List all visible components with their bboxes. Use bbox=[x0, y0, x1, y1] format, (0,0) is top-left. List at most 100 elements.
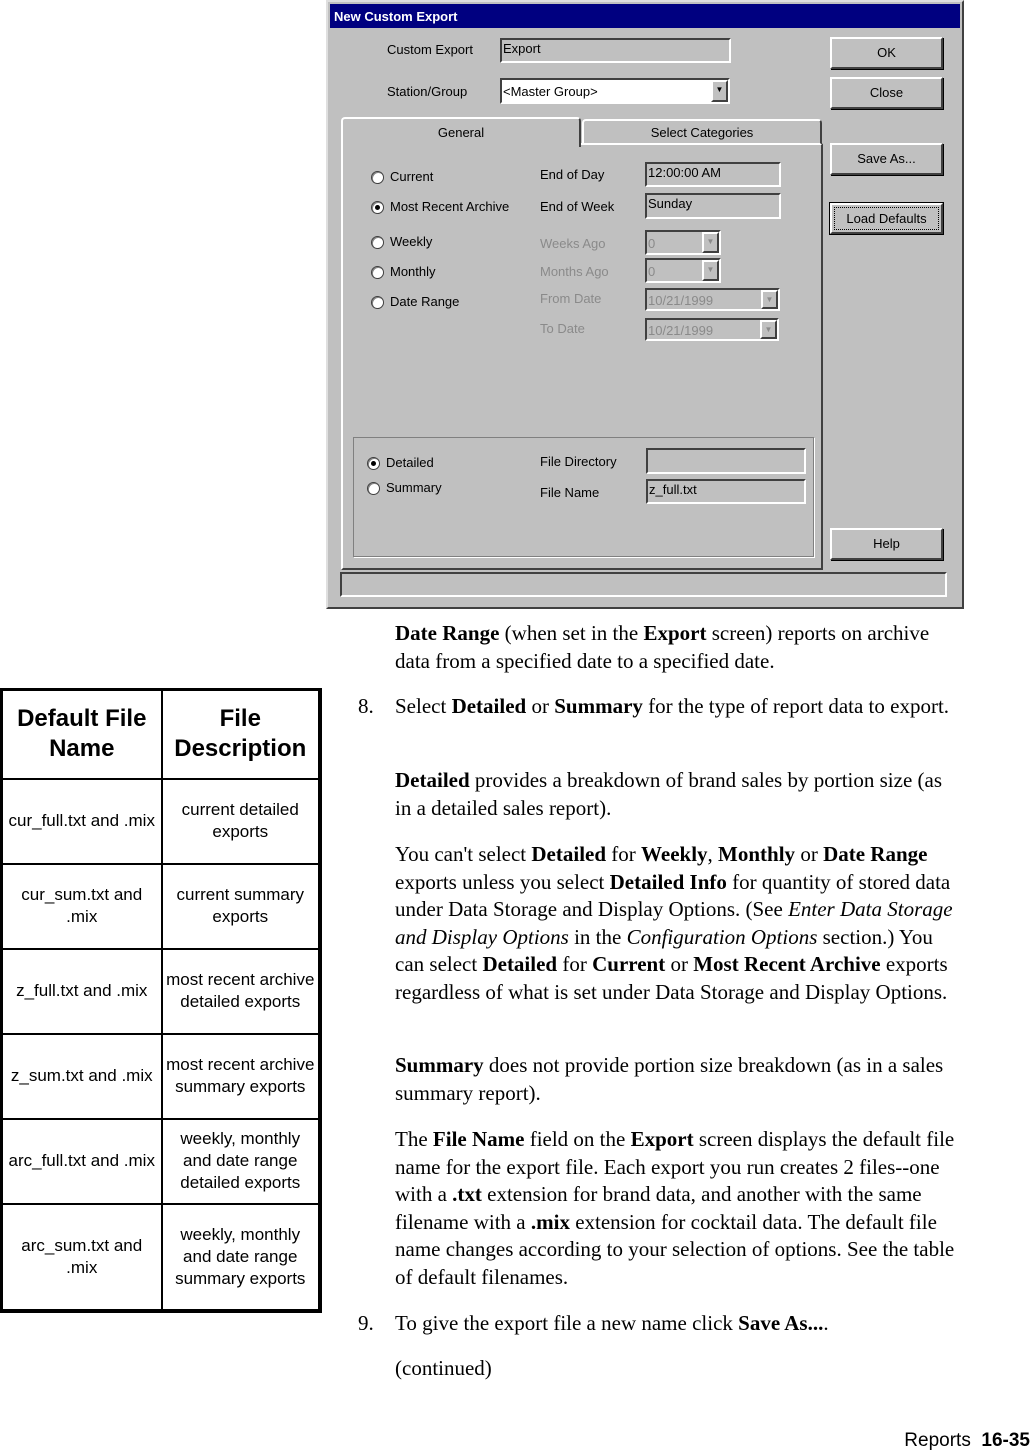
tab-general[interactable]: General bbox=[341, 117, 581, 147]
tab-select-categories[interactable]: Select Categories bbox=[582, 119, 822, 145]
date-range-paragraph: Date Range (when set in the Export scree… bbox=[395, 620, 955, 675]
load-defaults-button[interactable]: Load Defaults bbox=[830, 203, 943, 234]
help-button[interactable]: Help bbox=[830, 528, 943, 560]
file-directory-label: File Directory bbox=[540, 454, 617, 469]
header-default-file-name: Default File Name bbox=[0, 688, 163, 780]
continued-note: (continued) bbox=[395, 1355, 955, 1383]
text-run: (when set in the bbox=[499, 621, 644, 645]
text-run: .txt bbox=[452, 1182, 482, 1207]
new-custom-export-dialog: New Custom Export Custom Export Export S… bbox=[326, 0, 964, 609]
period-most-recent-archive-radio[interactable] bbox=[371, 201, 384, 214]
summary-paragraph: Summary does not provide portion size br… bbox=[395, 1052, 955, 1107]
ok-button[interactable]: OK bbox=[830, 37, 943, 69]
default-filenames-table: Default File Name File Description cur_fu… bbox=[0, 688, 322, 1313]
table-row: arc_sum.txt and .mix weekly, monthly and … bbox=[0, 1202, 321, 1312]
type-detailed-radio[interactable] bbox=[367, 457, 380, 470]
file-description-cell: current summary exports bbox=[160, 862, 321, 950]
file-name-label: File Name bbox=[540, 485, 600, 500]
text-run: You can't select bbox=[395, 842, 532, 866]
file-name-cell: arc_sum.txt and .mix bbox=[0, 1202, 163, 1312]
text-run: Detailed bbox=[451, 694, 527, 718]
dropdown-arrow-icon[interactable]: ▼ bbox=[702, 260, 719, 281]
to-date-label: To Date bbox=[540, 321, 585, 336]
type-summary-label: Summary bbox=[386, 480, 442, 495]
text-run: Summary bbox=[554, 694, 643, 718]
dialog-title-bar: New Custom Export bbox=[330, 4, 960, 28]
dropdown-arrow-icon[interactable]: ▼ bbox=[760, 320, 777, 339]
months-ago-select[interactable]: 0 ▼ bbox=[645, 258, 721, 283]
step-number: 8. bbox=[358, 694, 374, 718]
table-row: cur_sum.txt and .mix current summary expo… bbox=[0, 862, 321, 950]
text-run: or bbox=[665, 952, 694, 977]
weeks-ago-label: Weeks Ago bbox=[540, 236, 606, 251]
text-run: in the bbox=[568, 924, 627, 949]
step-9: To give the export file a new name click… bbox=[395, 1310, 955, 1338]
text-run: field on the bbox=[524, 1127, 631, 1151]
period-current-label: Current bbox=[390, 169, 434, 184]
file-description-cell: weekly, monthly and date range detailed … bbox=[160, 1117, 321, 1205]
text-run: Date Range bbox=[395, 621, 500, 645]
period-monthly-label: Monthly bbox=[390, 264, 436, 279]
status-bar bbox=[340, 572, 947, 597]
period-weekly-label: Weekly bbox=[390, 234, 433, 249]
end-of-day-label: End of Day bbox=[540, 167, 605, 182]
file-name-cell: arc_full.txt and .mix bbox=[0, 1117, 163, 1205]
end-of-week-field[interactable]: Sunday bbox=[645, 193, 781, 219]
text-run: or bbox=[795, 842, 824, 866]
type-detailed-label: Detailed bbox=[386, 455, 434, 470]
detailed-paragraph: Detailed provides a breakdown of brand s… bbox=[395, 767, 955, 822]
text-run: To give the export file a new name click bbox=[395, 1311, 739, 1335]
text-run: Weekly bbox=[641, 842, 708, 866]
period-monthly-radio[interactable] bbox=[371, 266, 384, 279]
text-run: Save As... bbox=[738, 1311, 824, 1335]
file-name-paragraph: The File Name field on the Export screen… bbox=[395, 1126, 955, 1292]
file-directory-field[interactable] bbox=[646, 448, 806, 474]
dropdown-arrow-icon[interactable]: ▼ bbox=[702, 232, 719, 253]
table-row: arc_full.txt and .mix weekly, monthly and… bbox=[0, 1117, 321, 1205]
text-run: or bbox=[526, 694, 555, 718]
custom-export-field[interactable]: Export bbox=[500, 38, 731, 63]
months-ago-label: Months Ago bbox=[540, 264, 609, 279]
footer-page-number: 16-35 bbox=[981, 1430, 1030, 1451]
weeks-ago-select[interactable]: 0 ▼ bbox=[645, 230, 721, 255]
file-description-cell: most recent archive detailed exports bbox=[160, 947, 321, 1035]
text-run: , bbox=[707, 842, 719, 866]
file-name-cell: z_sum.txt and .mix bbox=[0, 1032, 163, 1120]
period-weekly-radio[interactable] bbox=[371, 236, 384, 249]
station-group-select[interactable]: <Master Group> ▼ bbox=[500, 78, 730, 104]
text-run: for the type of report data to export. bbox=[642, 694, 950, 718]
end-of-week-label: End of Week bbox=[540, 199, 615, 214]
text-run: exports unless you select bbox=[395, 869, 610, 894]
header-file-description: File Description bbox=[160, 688, 321, 780]
text-run: Export bbox=[630, 1127, 694, 1151]
text-run: Detailed Info bbox=[609, 869, 727, 894]
text-run: Configuration Options bbox=[626, 924, 818, 949]
end-of-day-field[interactable]: 12:00:00 AM bbox=[645, 162, 781, 187]
file-name-field[interactable]: z_full.txt bbox=[646, 479, 806, 504]
station-group-value: <Master Group> bbox=[503, 84, 598, 99]
close-button[interactable]: Close bbox=[830, 77, 943, 109]
text-run: Summary bbox=[395, 1053, 484, 1077]
text-run: .mix bbox=[530, 1209, 570, 1234]
custom-export-label: Custom Export bbox=[387, 42, 473, 57]
text-run: for bbox=[557, 952, 593, 977]
page-footer: Reports 16-35 bbox=[904, 1430, 1030, 1452]
dropdown-arrow-icon[interactable]: ▼ bbox=[711, 80, 728, 102]
text-run: File Name bbox=[432, 1127, 525, 1151]
from-date-picker[interactable]: 10/21/1999 ▼ bbox=[645, 288, 780, 311]
period-current-radio[interactable] bbox=[371, 171, 384, 184]
save-as-button[interactable]: Save As... bbox=[830, 143, 943, 175]
dropdown-arrow-icon[interactable]: ▼ bbox=[761, 290, 778, 309]
station-group-label: Station/Group bbox=[387, 84, 468, 99]
file-name-cell: cur_sum.txt and .mix bbox=[0, 862, 163, 950]
text-run: (continued) bbox=[395, 1356, 492, 1380]
period-date-range-radio[interactable] bbox=[371, 296, 384, 309]
text-run: Detailed bbox=[395, 768, 470, 792]
type-summary-radio[interactable] bbox=[367, 482, 380, 495]
to-date-value: 10/21/1999 bbox=[648, 323, 714, 338]
period-date-range-label: Date Range bbox=[390, 294, 460, 309]
step-8: Select Detailed or Summary for the type … bbox=[395, 693, 955, 721]
to-date-picker[interactable]: 10/21/1999 ▼ bbox=[645, 318, 779, 341]
file-description-cell: current detailed exports bbox=[160, 777, 321, 865]
from-date-label: From Date bbox=[540, 291, 602, 306]
